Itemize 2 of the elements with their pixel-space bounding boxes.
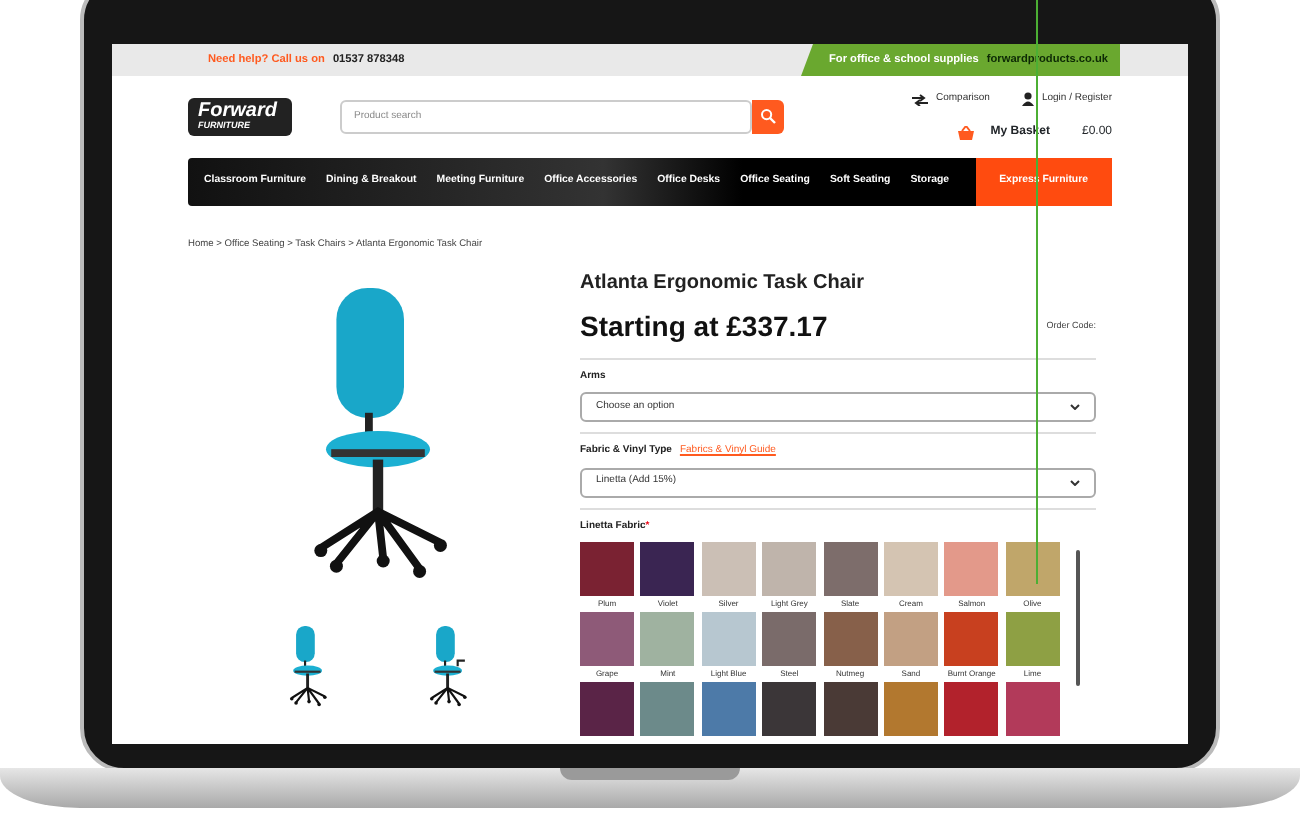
- product-price: Starting at £337.17: [580, 307, 828, 346]
- product-title: Atlanta Ergonomic Task Chair: [580, 269, 867, 298]
